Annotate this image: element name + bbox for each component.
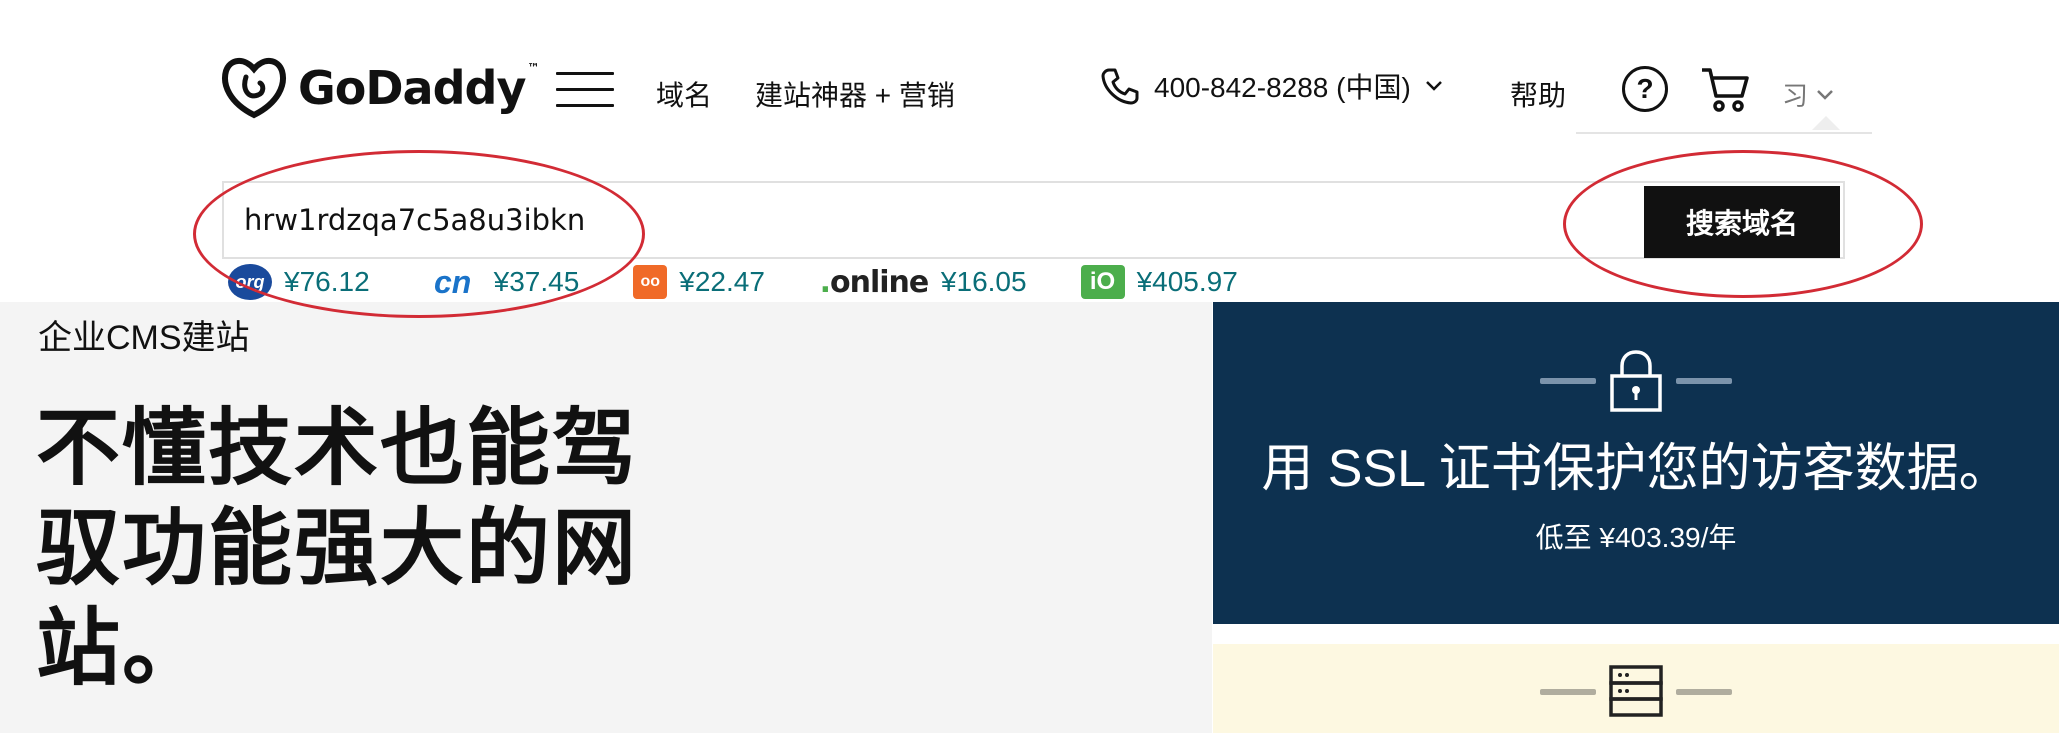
server-icon [1609,665,1663,717]
org-logo-icon: org [228,264,272,300]
ssl-decoration [1213,350,2059,412]
hero-title: 不懂技术也能驾驭功能强大的网站。 [36,401,639,695]
ssl-price: 低至 ¥403.39/年 [1535,522,1737,553]
domain-search-bar: 搜索域名 [222,181,1845,259]
godaddy-logo-icon [222,58,286,119]
hosting-promo-card[interactable] [1213,644,2059,733]
tld-price: ¥405.97 [1136,266,1238,297]
tld-item-org[interactable]: org ¥76.12 [228,264,370,300]
search-domain-button[interactable]: 搜索域名 [1644,186,1840,258]
tld-item-cn[interactable]: cn ¥37.45 [424,263,580,300]
account-menu-caret [1812,116,1840,130]
lock-icon [1610,350,1662,412]
logo-text: GoDaddy ™ [298,61,539,115]
nav-help[interactable]: 帮助 [1510,74,1566,114]
ssl-promo-card[interactable]: 用 SSL 证书保护您的访客数据。 低至 ¥403.39/年 [1213,302,2059,624]
section-label: 企业CMS建站 [38,319,250,357]
tld-price: ¥76.12 [284,266,370,297]
chevron-down-icon [1425,81,1442,91]
cms-promo-panel: 企业CMS建站 不懂技术也能驾驭功能强大的网站。 [0,302,1212,733]
chevron-down-icon [1817,89,1833,100]
server-decoration [1213,664,2059,720]
nav-domains[interactable]: 域名 [656,74,712,114]
help-icon[interactable]: ? [1622,66,1668,112]
account-menu-edge [1576,132,1872,134]
cart-icon[interactable] [1700,64,1750,114]
phone-dropdown[interactable]: 400-842-8288 (中国) [1100,66,1443,106]
online-logo-icon: . online [819,264,930,300]
phone-number: 400-842-8288 (中国) [1154,72,1411,103]
cn-logo-icon: cn [433,263,472,300]
godaddy-logo[interactable]: GoDaddy ™ [220,55,539,121]
domain-search-input[interactable] [244,183,1644,257]
site-header: GoDaddy ™ 域名 建站神器 + 营销 400-842-8288 (中国) … [0,0,2059,180]
tld-item-io[interactable]: iO ¥405.97 [1080,265,1238,299]
user-initials: 习 [1782,81,1809,111]
tld-price: ¥16.05 [940,266,1027,297]
menu-icon[interactable] [556,72,614,108]
io-logo-icon: iO [1080,265,1125,299]
ssl-title: 用 SSL 证书保护您的访客数据。 [1261,440,2011,498]
nav-website-builder[interactable]: 建站神器 + 营销 [755,74,955,114]
phone-icon [1101,68,1139,105]
tld-promo-row: org ¥76.12 cn ¥37.45 oo ¥22.47 . online ¥… [228,262,1292,302]
tld-price: ¥22.47 [679,266,765,297]
tld-item-oo[interactable]: oo ¥22.47 [633,265,765,299]
tld-price: ¥37.45 [493,266,580,297]
oo-logo-icon: oo [633,265,668,299]
account-dropdown[interactable]: 习 [1782,76,1834,113]
tld-item-online[interactable]: . online ¥16.05 [819,264,1027,300]
